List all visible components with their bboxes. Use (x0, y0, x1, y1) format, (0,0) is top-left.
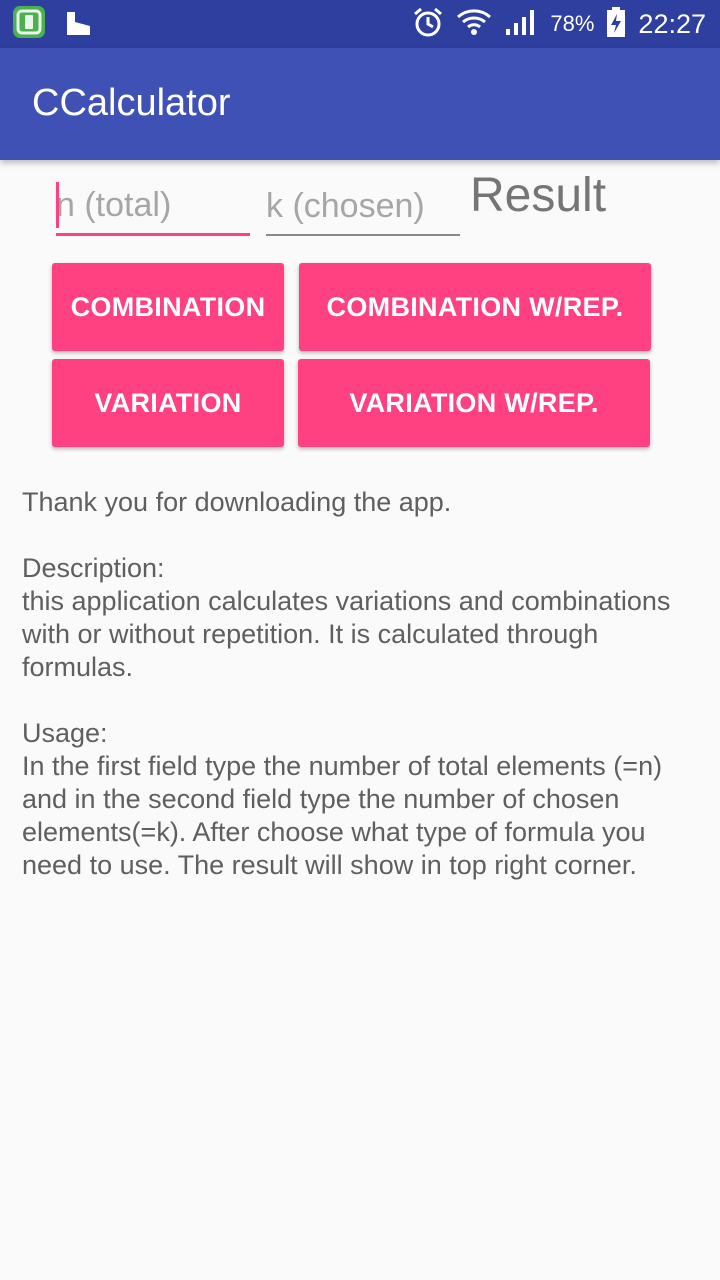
n-total-input[interactable] (56, 178, 250, 236)
wifi-icon (456, 6, 492, 43)
description-text: Thank you for downloading the app. Descr… (22, 487, 671, 880)
piano-icon (64, 8, 94, 41)
variation-rep-button[interactable]: VARIATION W/REP. (298, 359, 650, 447)
alarm-icon (412, 6, 444, 43)
app-notification-icon (12, 5, 46, 44)
text-cursor (56, 182, 59, 228)
app-bar: CCalculator (0, 48, 720, 160)
status-bar: 78% 22:27 (0, 0, 720, 48)
k-chosen-input[interactable] (266, 178, 460, 236)
status-left (12, 5, 94, 41)
result-label: Result (470, 169, 607, 222)
variation-button[interactable]: VARIATION (52, 359, 284, 447)
battery-percent: 78% (550, 11, 595, 36)
clock: 22:27 (638, 8, 706, 39)
app-title: CCalculator (32, 82, 231, 124)
combination-rep-button[interactable]: COMBINATION W/REP. (299, 263, 651, 351)
combination-button[interactable]: COMBINATION (52, 263, 284, 351)
battery-charging-icon (606, 6, 626, 43)
status-right: 78% 22:27 (412, 0, 706, 48)
signal-icon (504, 7, 538, 42)
